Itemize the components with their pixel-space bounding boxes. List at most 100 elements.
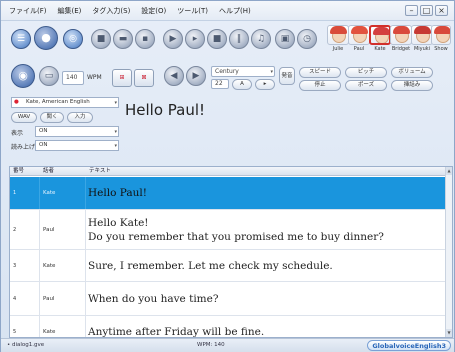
- chevron-down-icon: ▾: [114, 129, 117, 135]
- play-icon[interactable]: ▶: [163, 29, 183, 49]
- format-toolbar: ◉ ▭ 140 WPM ⊞ ⊠ ◀ ▶ Century ▾ 22 A ▸ 発音 …: [1, 61, 454, 91]
- tag-icon[interactable]: ⊞: [112, 69, 132, 87]
- row-number: 5: [10, 316, 40, 337]
- listen-button[interactable]: 聞く: [40, 112, 64, 123]
- pitch-pill-button[interactable]: ピッチ: [345, 67, 387, 78]
- header-speaker[interactable]: 話者: [43, 167, 54, 175]
- speed-input[interactable]: 140: [62, 71, 84, 85]
- status-file: • dialog1.gve: [7, 339, 44, 352]
- menu-tag-input[interactable]: タグ入力(S): [92, 6, 130, 16]
- row-text-line: Sure, I remember. Let me check my schedu…: [88, 259, 333, 272]
- speed-pill-button[interactable]: スピード: [299, 67, 341, 78]
- row-text[interactable]: Hello Kate! Do you remember that you pro…: [88, 210, 446, 249]
- speaker-icon[interactable]: ●: [34, 26, 58, 50]
- listen-button-label: 聞く: [46, 114, 58, 120]
- font-family-select[interactable]: Century ▾: [211, 66, 275, 77]
- clock-icon[interactable]: ◷: [297, 29, 317, 49]
- table-row[interactable]: 5 Kate Anytime after Friday will be fine…: [10, 316, 446, 338]
- menu-settings[interactable]: 設定(O): [141, 6, 166, 16]
- table-row[interactable]: 1 Kate Hello Paul!: [10, 177, 446, 210]
- header-text[interactable]: テキスト: [89, 167, 111, 175]
- row-number: 2: [10, 210, 40, 249]
- pause-pill-button[interactable]: ポーズ: [345, 80, 387, 91]
- display-value: ON: [39, 128, 48, 134]
- speaker-panel: ● Kate, American English ▾ WAV 聞く 入力 表示 …: [11, 97, 119, 159]
- highlight-button[interactable]: ▸: [255, 79, 275, 90]
- row-text-line: Anytime after Friday will be fine.: [88, 326, 265, 338]
- minimize-button[interactable]: –: [405, 5, 418, 16]
- monitor-icon[interactable]: ▭: [39, 66, 59, 86]
- remove-tag-icon[interactable]: ⊠: [134, 69, 154, 87]
- readout-select[interactable]: ON ▾: [35, 140, 119, 151]
- globe-icon[interactable]: ◎: [63, 29, 83, 49]
- vertical-scrollbar[interactable]: ▲ ▼: [445, 167, 452, 337]
- row-text[interactable]: When do you have time?: [88, 282, 446, 315]
- undo-icon[interactable]: ◀: [164, 66, 184, 86]
- brand-logo: GlobalvoiceEnglish3: [367, 340, 451, 351]
- stop-icon[interactable]: ■: [207, 29, 227, 49]
- stop-pill-button[interactable]: 停止: [299, 80, 341, 91]
- table-row[interactable]: 4 Paul When do you have time?: [10, 282, 446, 316]
- row-number: 4: [10, 282, 40, 315]
- status-wpm: WPM: 140: [197, 342, 225, 348]
- menu-bar: ファイル(F) 編集(E) タグ入力(S) 設定(O) ツール(T) ヘルプ(H…: [1, 1, 454, 21]
- status-bar: • dialog1.gve WPM: 140 GlobalvoiceEnglis…: [1, 338, 454, 352]
- menu-help[interactable]: ヘルプ(H): [219, 6, 251, 16]
- dialog-table: 番号 話者 テキスト 1 Kate Hello Paul! 2 Paul Hel…: [9, 166, 453, 338]
- redo-icon[interactable]: ▶: [186, 66, 206, 86]
- wav-button-label: WAV: [17, 114, 31, 120]
- new-document-icon[interactable]: ■: [91, 29, 111, 49]
- chevron-down-icon: ▾: [114, 143, 117, 149]
- wav-button[interactable]: WAV: [11, 112, 37, 123]
- row-text-line: Do you remember that you promised me to …: [88, 230, 384, 243]
- voice-select[interactable]: ● Kate, American English ▾: [11, 97, 119, 108]
- row-text[interactable]: Anytime after Friday will be fine.: [88, 316, 446, 338]
- input-button[interactable]: 入力: [67, 112, 93, 123]
- header-number[interactable]: 番号: [13, 167, 24, 175]
- show-avatar-icon: [431, 25, 451, 45]
- speed-unit-label: WPM: [87, 74, 102, 81]
- row-speaker: Kate: [40, 316, 86, 337]
- volume-pill-button[interactable]: ボリューム: [391, 67, 433, 78]
- table-row[interactable]: 2 Paul Hello Kate! Do you remember that …: [10, 210, 446, 250]
- display-select[interactable]: ON ▾: [35, 126, 119, 137]
- kate-small-avatar-icon: ●: [14, 99, 19, 105]
- voice-panel-icon[interactable]: ◉: [11, 64, 35, 88]
- export-icon[interactable]: ▣: [275, 29, 295, 49]
- main-toolbar: ☰ ● ◎ ■ ▬ ▪ ▶ ▸ ■ ‖ ♫ ▣ ◷ Julie Paul Kat…: [1, 23, 454, 59]
- record-icon[interactable]: ♫: [251, 29, 271, 49]
- close-button[interactable]: ×: [435, 5, 448, 16]
- input-button-label: 入力: [74, 114, 86, 120]
- maximize-button[interactable]: □: [420, 5, 433, 16]
- open-folder-icon[interactable]: ▬: [113, 29, 133, 49]
- row-text[interactable]: Hello Paul!: [88, 177, 446, 209]
- preview-text: Hello Paul!: [125, 101, 206, 119]
- chevron-down-icon: ▾: [270, 69, 273, 75]
- readout-value: ON: [39, 142, 48, 148]
- font-color-button[interactable]: A: [232, 79, 252, 90]
- row-number: 3: [10, 250, 40, 281]
- app-window: ファイル(F) 編集(E) タグ入力(S) 設定(O) ツール(T) ヘルプ(H…: [0, 0, 455, 352]
- font-size-select[interactable]: 22: [211, 79, 229, 89]
- row-text-line: When do you have time?: [88, 292, 219, 305]
- font-name-value: Century: [215, 68, 239, 75]
- voice-show-button[interactable]: Show: [430, 25, 452, 52]
- play-from-icon[interactable]: ▸: [185, 29, 205, 49]
- menu-tools[interactable]: ツール(T): [177, 6, 208, 16]
- pause-icon[interactable]: ‖: [229, 29, 249, 49]
- display-label: 表示: [11, 130, 24, 137]
- scroll-up-icon[interactable]: ▲: [446, 167, 452, 175]
- row-text-line: Hello Paul!: [88, 187, 147, 199]
- row-number: 1: [10, 177, 40, 209]
- pronounce-button[interactable]: 発音: [279, 67, 295, 85]
- row-speaker: Kate: [40, 177, 86, 209]
- insert-pill-button[interactable]: 挿話み: [391, 80, 433, 91]
- save-icon[interactable]: ▪: [135, 29, 155, 49]
- list-view-icon[interactable]: ☰: [11, 29, 31, 49]
- menu-file[interactable]: ファイル(F): [9, 6, 47, 16]
- row-speaker: Paul: [40, 282, 86, 315]
- row-text[interactable]: Sure, I remember. Let me check my schedu…: [88, 250, 446, 281]
- scroll-down-icon[interactable]: ▼: [446, 329, 452, 337]
- menu-edit[interactable]: 編集(E): [58, 6, 82, 16]
- table-row[interactable]: 3 Kate Sure, I remember. Let me check my…: [10, 250, 446, 282]
